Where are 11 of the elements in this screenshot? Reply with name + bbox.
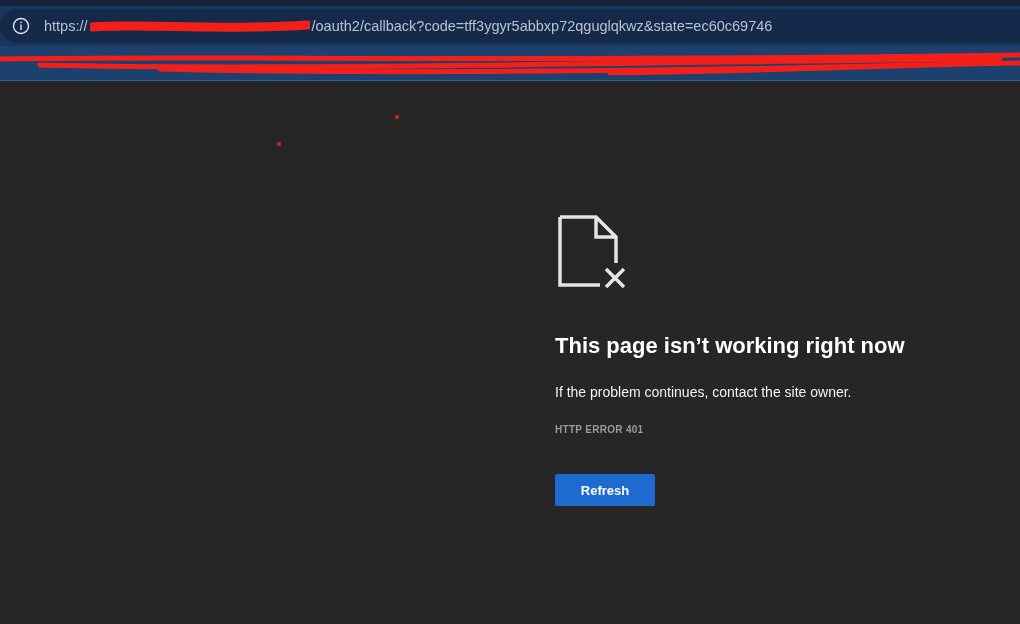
url-text: https:// — [44, 18, 88, 34]
url-text: /oauth2/callback?code=tff3ygyr5abbxp72qguglqkwz&state=ec60c69746 — [311, 18, 773, 34]
info-icon[interactable] — [12, 17, 30, 35]
speck-mark — [395, 115, 399, 119]
error-message: If the problem continues, contact the site owner. — [555, 384, 853, 400]
error-title: This page isn’t working right now — [555, 333, 906, 359]
speck-mark — [277, 142, 281, 146]
refresh-button[interactable]: Refresh — [555, 474, 655, 506]
address-bar[interactable]: https:// /oauth2/callback?code=tff3ygyr5abbxp72qguglqkwz&state=ec60c69746 — [0, 9, 1020, 43]
broken-page-icon — [558, 215, 628, 289]
error-code: HTTP ERROR 401 — [555, 424, 645, 435]
